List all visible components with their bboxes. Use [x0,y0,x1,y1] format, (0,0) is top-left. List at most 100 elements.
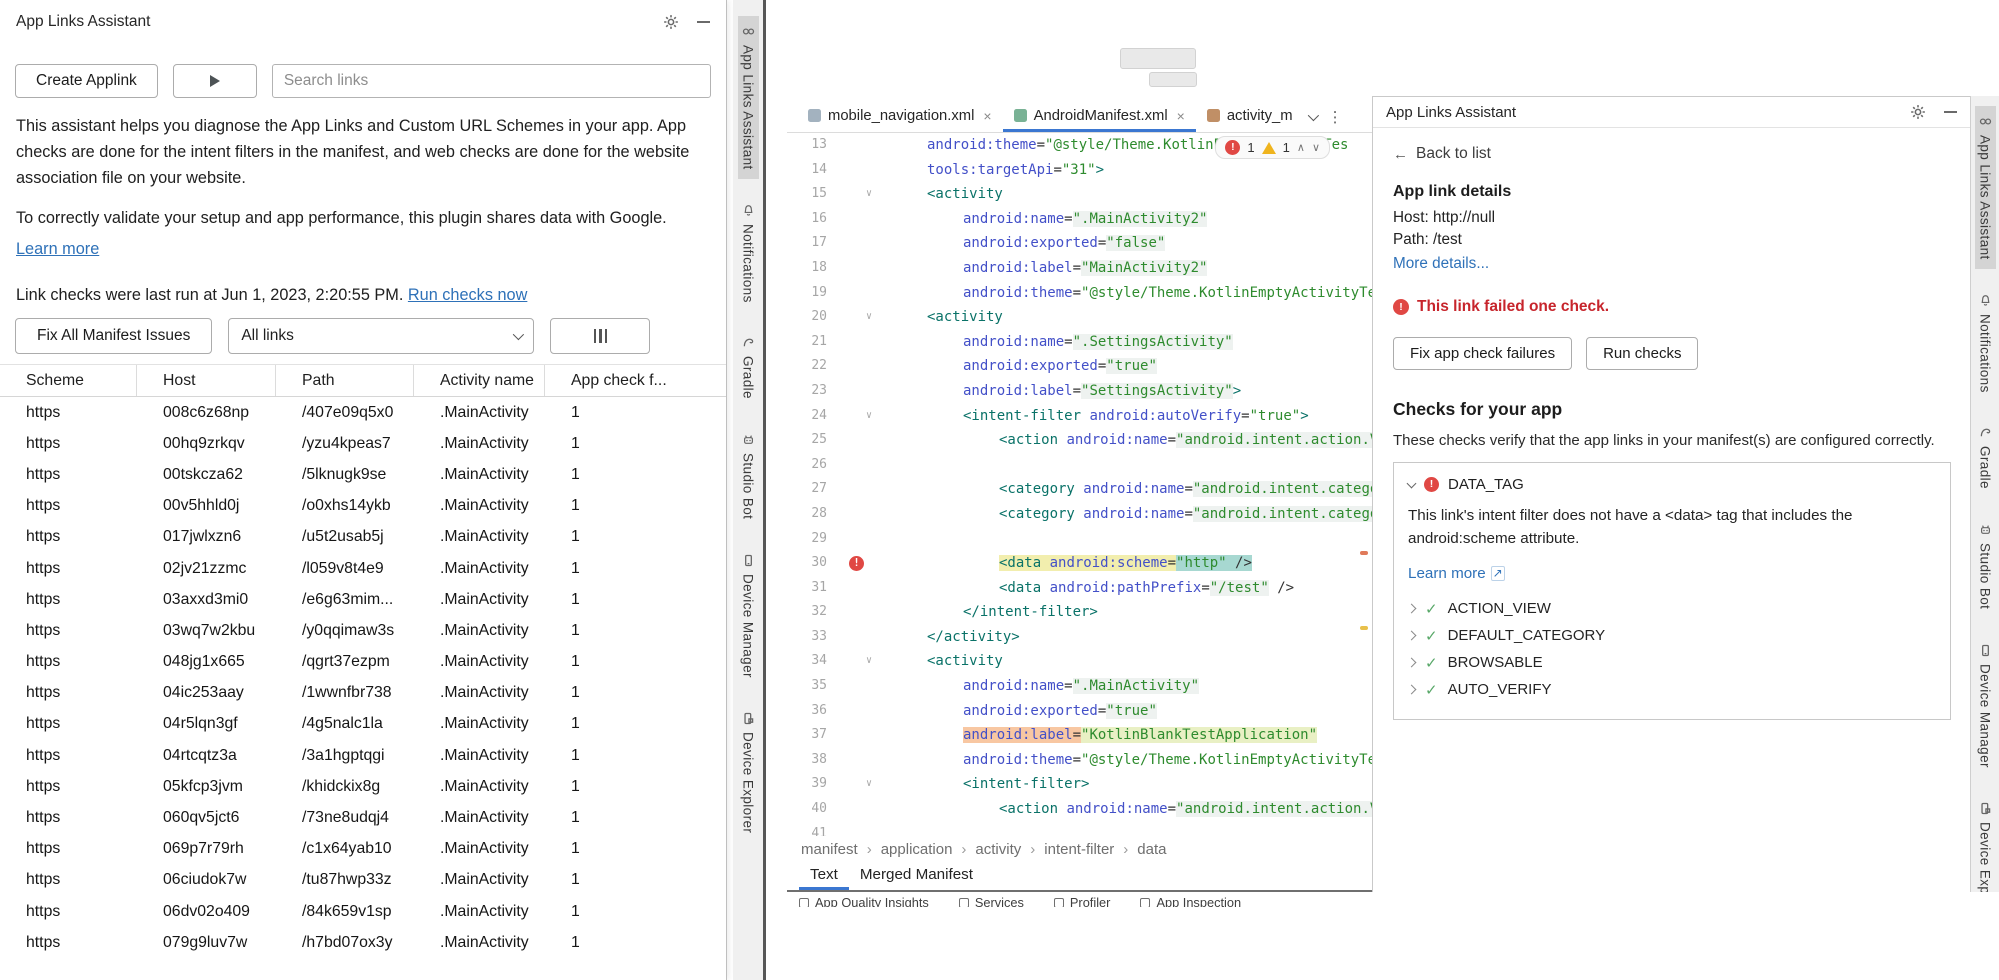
fold-chevron-icon[interactable]: ∨ [866,305,872,330]
gear-icon[interactable] [663,14,679,30]
table-row[interactable]: https00hq9zrkqv/yzu4kpeas7.MainActivity1 [0,428,726,459]
create-applink-button[interactable]: Create Applink [15,64,158,98]
code-line[interactable]: 35android:name=".MainActivity" [787,674,1372,699]
minimize-icon[interactable] [697,21,710,23]
check-item-default_category[interactable]: ✓DEFAULT_CATEGORY [1408,622,1936,649]
editor-tab-3[interactable]: activity_m [1196,102,1304,132]
links-filter-dropdown[interactable]: All links [228,318,534,354]
bottom-tab-merged-manifest[interactable]: Merged Manifest [849,862,984,890]
table-row[interactable]: https06ciudok7w/tu87hwp33z.MainActivity1 [0,865,726,896]
code-line[interactable]: 27<category android:name="android.intent… [787,477,1372,502]
run-button[interactable] [173,64,257,98]
back-to-list-link[interactable]: ← Back to list [1393,145,1950,163]
tool-strip-item-device-explorer[interactable]: Device Explorer [738,703,759,842]
table-row[interactable]: https017jwlxzn6/u5t2usab5j.MainActivity1 [0,522,726,553]
fold-chevron-icon[interactable]: ∨ [866,404,872,429]
table-row[interactable]: https00v5hhld0j/o0xhs14ykb.MainActivity1 [0,491,726,522]
inspection-widget[interactable]: ! 1 1 ∧ ∨ [1215,136,1330,159]
check-learn-more-link[interactable]: Learn more [1408,565,1486,582]
table-row[interactable]: https02jv21zzmc/l059v8t4e9.MainActivity1 [0,553,726,584]
next-issue-chevron-icon[interactable]: ∨ [1312,141,1320,154]
tool-strip-item-gradle[interactable]: Gradle [738,327,759,408]
search-links-input[interactable] [272,64,711,98]
editor-tab-2[interactable]: AndroidManifest.xml× [1003,102,1196,132]
table-row[interactable]: https04r5lqn3gf/4g5nalc1la.MainActivity1 [0,709,726,740]
fold-chevron-icon[interactable]: ∨ [866,182,872,207]
editor-options-kebab-icon[interactable]: ⋮ [1328,108,1343,126]
code-line[interactable]: 34∨<activity [787,649,1372,674]
table-column-header[interactable]: Host [137,365,276,396]
code-line[interactable]: 24∨<intent-filter android:autoVerify="tr… [787,404,1372,429]
bottom-tool-profiler[interactable]: Profiler [1054,893,1111,907]
check-item-browsable[interactable]: ✓BROWSABLE [1408,649,1936,676]
code-line[interactable]: 20∨<activity [787,305,1372,330]
code-line[interactable]: 15∨<activity [787,182,1372,207]
fold-chevron-icon[interactable]: ∨ [866,649,872,674]
column-settings-button[interactable] [550,318,650,354]
code-line[interactable]: 18android:label="MainActivity2" [787,256,1372,281]
prev-issue-chevron-icon[interactable]: ∧ [1297,141,1305,154]
tool-strip-item-studio-bot[interactable]: Studio Bot [1975,514,1996,618]
code-line[interactable]: 41 [787,822,1372,836]
chevron-right-icon[interactable] [1407,658,1417,668]
table-row[interactable]: https06dv02o409/84k659v1sp.MainActivity1 [0,896,726,927]
code-line[interactable]: 40<action android:name="android.intent.a… [787,797,1372,822]
breadcrumb-item[interactable]: activity [975,841,1021,858]
breadcrumb-item[interactable]: intent-filter [1044,841,1114,858]
table-row[interactable]: https03wq7w2kbu/y0qqimaw3s.MainActivity1 [0,615,726,646]
table-column-header[interactable]: App check f... [545,365,726,396]
run-checks-button[interactable]: Run checks [1586,337,1698,370]
code-line[interactable]: 32</intent-filter> [787,600,1372,625]
code-line[interactable]: 17android:exported="false" [787,231,1372,256]
minimize-icon[interactable] [1944,111,1957,113]
bottom-tool-app-inspection[interactable]: App Inspection [1140,893,1241,907]
code-line[interactable]: 39∨<intent-filter> [787,772,1372,797]
learn-more-link[interactable]: Learn more [16,240,99,258]
code-line[interactable]: 36android:exported="true" [787,699,1372,724]
code-line[interactable]: 29 [787,527,1372,552]
table-column-header[interactable]: Activity name [414,365,545,396]
chevron-down-icon[interactable] [1407,478,1417,488]
table-column-header[interactable]: Path [276,365,414,396]
tool-strip-item-app-links-assistant[interactable]: App Links Assistant [738,16,759,179]
tool-strip-item-app-links-assistant[interactable]: App Links Assistant [1975,106,1996,269]
code-line[interactable]: 21android:name=".SettingsActivity" [787,330,1372,355]
breadcrumb-item[interactable]: application [881,841,953,858]
table-row[interactable]: https04rtcqtz3a/3a1hgptqgi.MainActivity1 [0,740,726,771]
code-line[interactable]: 28<category android:name="android.intent… [787,502,1372,527]
chevron-right-icon[interactable] [1407,604,1417,614]
breadcrumb-item[interactable]: manifest [801,841,858,858]
bottom-tab-text[interactable]: Text [799,862,849,890]
code-line[interactable]: 37android:label="KotlinBlankTestApplicat… [787,723,1372,748]
code-line[interactable]: 23android:label="SettingsActivity"> [787,379,1372,404]
fix-app-check-failures-button[interactable]: Fix app check failures [1393,337,1572,370]
table-column-header[interactable]: Scheme [0,365,137,396]
table-row[interactable]: https060qv5jct6/73ne8udqj4.MainActivity1 [0,802,726,833]
chevron-right-icon[interactable] [1407,631,1417,641]
tool-strip-item-device-manager[interactable]: Device Manager [1975,635,1996,777]
code-line[interactable]: 30!<data android:scheme="http" /> [787,551,1372,576]
bottom-tool-services[interactable]: Services [959,893,1024,907]
table-row[interactable]: https069p7r79rh/c1x64yab10.MainActivity1 [0,834,726,865]
more-details-link[interactable]: More details... [1393,255,1489,272]
code-line[interactable]: 14tools:targetApi="31"> [787,158,1372,183]
code-line[interactable]: 22android:exported="true" [787,354,1372,379]
code-line[interactable]: 33</activity> [787,625,1372,650]
close-tab-icon[interactable]: × [983,108,991,124]
table-row[interactable]: https04ic253aay/1wwnfbr738.MainActivity1 [0,678,726,709]
close-tab-icon[interactable]: × [1177,108,1185,124]
code-line[interactable]: 38android:theme="@style/Theme.KotlinEmpt… [787,748,1372,773]
code-editor[interactable]: 13android:theme="@style/Theme.KotlinEmpt… [787,133,1372,836]
table-row[interactable]: https03axxd3mi0/e6g63mim....MainActivity… [0,584,726,615]
table-row[interactable]: https048jg1x665/qgrt37ezpm.MainActivity1 [0,647,726,678]
code-line[interactable]: 26 [787,453,1372,478]
code-line[interactable]: 25<action android:name="android.intent.a… [787,428,1372,453]
code-line[interactable]: 31<data android:pathPrefix="/test" /> [787,576,1372,601]
tool-strip-item-notifications[interactable]: Notifications [738,195,759,312]
tool-strip-item-gradle[interactable]: Gradle [1975,417,1996,498]
gear-icon[interactable] [1910,104,1926,120]
tool-strip-item-notifications[interactable]: Notifications [1975,285,1996,402]
bottom-tool-app-quality-insights[interactable]: App Quality Insights [799,893,929,907]
tool-strip-item-studio-bot[interactable]: Studio Bot [738,424,759,528]
table-row[interactable]: https008c6z68np/407e09q5x0.MainActivity1 [0,397,726,428]
